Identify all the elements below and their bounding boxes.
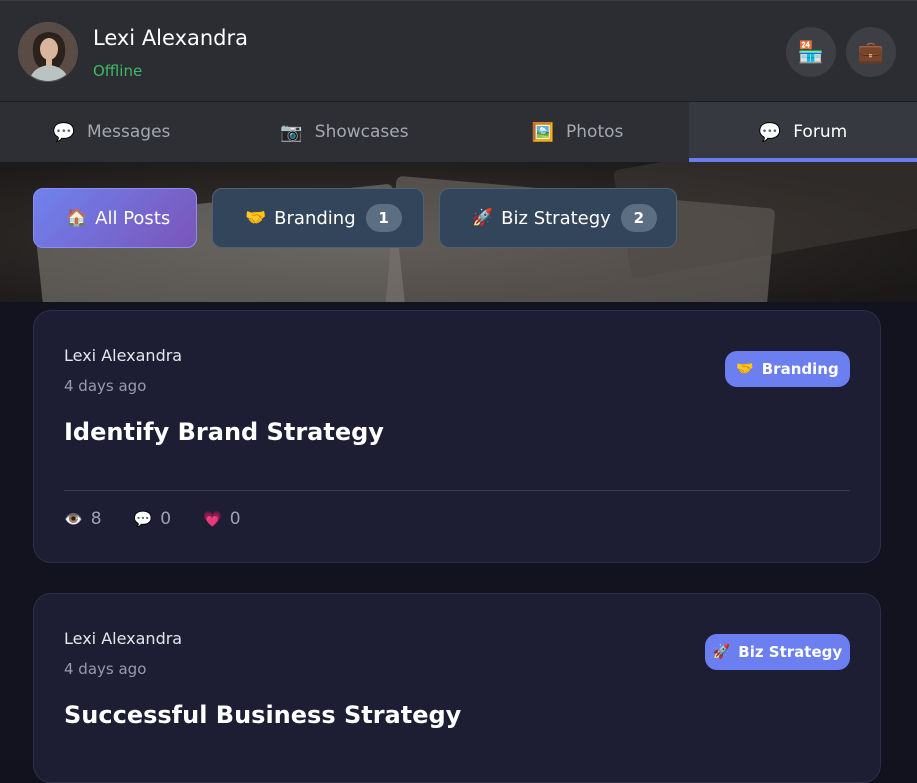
store-icon: 🏪 xyxy=(797,39,825,64)
filter-label: Branding xyxy=(274,207,356,229)
store-button[interactable]: 🏪 xyxy=(786,27,836,77)
speech-bubble-icon: 💬 xyxy=(758,121,782,143)
comments-count: 0 xyxy=(160,509,172,529)
rocket-icon: 🚀 xyxy=(472,208,494,228)
camera-icon: 📷 xyxy=(280,121,303,143)
post-timestamp: 4 days ago xyxy=(64,660,147,678)
briefcase-icon: 💼 xyxy=(857,39,885,64)
tab-label: Messages xyxy=(87,122,171,142)
post-title[interactable]: Successful Business Strategy xyxy=(64,701,461,729)
tab-bar: 💬 Messages 📷 Showcases 🖼️ Photos 💬 Forum xyxy=(0,102,917,162)
filter-label: Biz Strategy xyxy=(501,207,611,229)
post-card[interactable]: Lexi Alexandra 4 days ago Identify Brand… xyxy=(33,310,881,563)
tag-label: Branding xyxy=(761,360,839,378)
tab-messages[interactable]: 💬 Messages xyxy=(0,102,223,162)
filter-label: All Posts xyxy=(95,207,171,229)
likes-count: 0 xyxy=(229,509,241,529)
tab-label: Photos xyxy=(566,122,624,142)
post-author: Lexi Alexandra xyxy=(64,629,183,648)
comments-stat[interactable]: 💬 0 xyxy=(134,509,172,529)
comment-icon: 💬 xyxy=(133,510,153,528)
handshake-icon: 🤝 xyxy=(736,361,754,377)
handshake-icon: 🤝 xyxy=(245,208,267,228)
likes-stat[interactable]: 💗 0 xyxy=(203,509,241,529)
post-card[interactable]: Lexi Alexandra 4 days ago Successful Bus… xyxy=(33,593,881,783)
views-stat: 👁️ 8 xyxy=(64,509,102,529)
picture-icon: 🖼️ xyxy=(531,121,555,143)
post-stats: 👁️ 8 💬 0 💗 0 xyxy=(64,509,241,529)
views-count: 8 xyxy=(90,509,102,529)
heart-icon: 💗 xyxy=(203,510,222,528)
tab-photos[interactable]: 🖼️ Photos xyxy=(466,102,689,162)
post-category-tag[interactable]: 🤝 Branding xyxy=(725,351,850,387)
tab-label: Showcases xyxy=(314,122,409,142)
filter-all-posts[interactable]: 🏠 All Posts xyxy=(33,188,197,248)
user-name: Lexi Alexandra xyxy=(93,26,249,50)
portfolio-button[interactable]: 💼 xyxy=(846,27,896,77)
post-timestamp: 4 days ago xyxy=(64,377,147,395)
tag-label: Biz Strategy xyxy=(738,643,843,661)
forum-banner: 🏠 All Posts 🤝 Branding 1 🚀 Biz Strategy … xyxy=(0,162,917,302)
user-status: Offline xyxy=(93,62,143,80)
rocket-icon: 🚀 xyxy=(712,644,731,660)
tab-label: Forum xyxy=(793,122,848,142)
speech-bubble-icon: 💬 xyxy=(52,121,76,143)
tab-showcases[interactable]: 📷 Showcases xyxy=(223,102,466,162)
post-title[interactable]: Identify Brand Strategy xyxy=(64,418,384,446)
filter-count-badge: 1 xyxy=(365,204,402,232)
filter-biz-strategy[interactable]: 🚀 Biz Strategy 2 xyxy=(439,188,677,248)
divider xyxy=(64,490,850,491)
avatar[interactable] xyxy=(18,22,78,82)
post-feed: Lexi Alexandra 4 days ago Identify Brand… xyxy=(0,302,917,783)
filter-branding[interactable]: 🤝 Branding 1 xyxy=(212,188,424,248)
profile-header: Lexi Alexandra Offline 🏪 💼 xyxy=(0,0,917,102)
eye-icon: 👁️ xyxy=(64,510,83,528)
house-icon: 🏠 xyxy=(66,208,88,228)
tab-forum[interactable]: 💬 Forum xyxy=(689,102,917,162)
post-author: Lexi Alexandra xyxy=(64,346,183,365)
filter-count-badge: 2 xyxy=(620,204,657,232)
post-category-tag[interactable]: 🚀 Biz Strategy xyxy=(705,634,850,670)
